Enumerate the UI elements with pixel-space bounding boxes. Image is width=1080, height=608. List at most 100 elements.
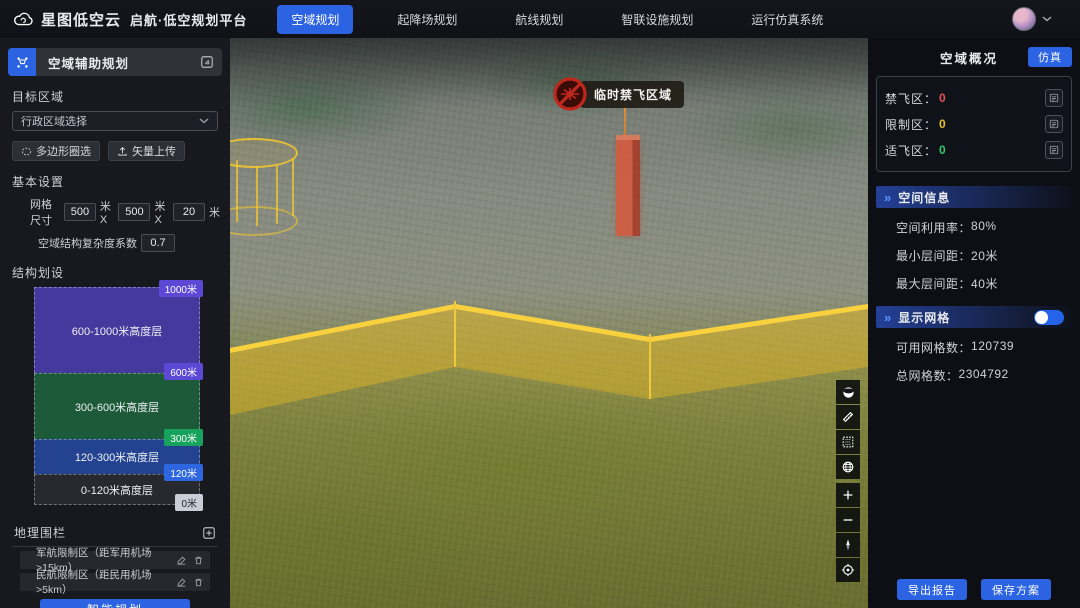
- region-select[interactable]: 行政区域选择: [12, 111, 218, 131]
- polygon-select-label: 多边形圈选: [36, 143, 91, 159]
- altitude-layer-stack: 1000米 600-1000米高度层 600米 300-600米高度层 300米…: [34, 287, 200, 505]
- kv-value: 40米: [971, 275, 998, 292]
- chevron-down-icon: [199, 118, 209, 124]
- complexity-input[interactable]: [141, 234, 175, 252]
- layer-label: 0-120米高度层: [81, 482, 153, 498]
- grid-display-title: 显示网格: [898, 309, 950, 326]
- user-menu[interactable]: [1012, 7, 1080, 31]
- space-info-header: » 空间信息: [876, 186, 1072, 208]
- zone-stats-box: 禁飞区： 0 限制区： 0 适飞区： 0: [876, 76, 1072, 172]
- kv-value: 20米: [971, 247, 998, 264]
- polygon-select-button[interactable]: 多边形圈选: [12, 141, 100, 161]
- vector-upload-button[interactable]: 矢量上传: [108, 141, 185, 161]
- vector-upload-label: 矢量上传: [132, 143, 176, 159]
- tab-simulation-system[interactable]: 运行仿真系统: [737, 5, 837, 34]
- basic-settings-label: 基本设置: [12, 173, 218, 190]
- cylinder-line: [292, 158, 294, 216]
- grid-display-header: » 显示网格: [876, 306, 1072, 328]
- tab-vertiport-planning[interactable]: 起降场规划: [383, 5, 471, 34]
- map-toolbar-nav: [836, 483, 860, 582]
- min-layer-gap-row: 最小层间距： 20米: [896, 247, 1066, 264]
- delete-icon[interactable]: [193, 577, 204, 588]
- stat-value: 0: [939, 143, 947, 157]
- left-sidebar: 空域辅助规划 目标区域 行政区域选择 多边形圈选 矢量上传: [0, 38, 230, 608]
- target-area-label: 目标区域: [12, 88, 218, 105]
- badge-0m: 0米: [175, 494, 203, 511]
- edit-icon[interactable]: [176, 555, 187, 566]
- tab-smart-facility-planning[interactable]: 智联设施规划: [607, 5, 707, 34]
- grid-display-toggle[interactable]: [1034, 310, 1064, 325]
- kv-label: 可用网格数：: [896, 339, 971, 356]
- badge-1000m: 1000米: [159, 280, 203, 297]
- zoom-out-icon[interactable]: [836, 508, 860, 532]
- brand-name: 星图低空云: [41, 9, 121, 30]
- area-measure-icon[interactable]: [836, 430, 860, 454]
- add-geofence-icon[interactable]: [202, 526, 216, 540]
- double-chevron-icon: »: [884, 310, 892, 325]
- compass-icon[interactable]: [836, 533, 860, 557]
- total-grids-row: 总网格数： 2304792: [896, 367, 1066, 384]
- layer-label: 600-1000米高度层: [72, 323, 163, 339]
- grid-z-input[interactable]: [173, 203, 205, 221]
- tab-route-planning[interactable]: 航线规划: [501, 5, 577, 34]
- list-icon[interactable]: [1045, 115, 1063, 133]
- cylinder-line: [256, 166, 258, 226]
- tab-airspace-planning[interactable]: 空域规划: [277, 5, 353, 34]
- sphere-view-icon[interactable]: [836, 380, 860, 404]
- map-3d-view[interactable]: 临时禁飞区域: [230, 38, 868, 608]
- double-chevron-icon: »: [884, 190, 892, 205]
- save-plan-button[interactable]: 保存方案: [981, 579, 1051, 600]
- list-icon[interactable]: [1045, 89, 1063, 107]
- grid-size-label: 网格尺寸: [30, 196, 60, 228]
- no-drone-icon: [552, 76, 588, 112]
- badge-600m: 600米: [164, 363, 203, 380]
- stat-label: 禁飞区：: [885, 90, 937, 107]
- list-icon[interactable]: [1045, 141, 1063, 159]
- edit-icon[interactable]: [176, 577, 187, 588]
- kv-value: 120739: [971, 339, 1014, 356]
- toggle-knob: [1035, 311, 1048, 324]
- overview-title: 空域概况: [876, 48, 1028, 67]
- right-panel: 空域概况 仿真 禁飞区： 0 限制区： 0 适飞区： 0: [868, 38, 1080, 608]
- available-grids-row: 可用网格数： 120739: [896, 339, 1066, 356]
- no-fly-zone-marker[interactable]: 临时禁飞区域: [552, 76, 684, 112]
- kv-label: 空间利用率：: [896, 219, 971, 236]
- layer-600-1000[interactable]: 1000米 600-1000米高度层 600米: [34, 287, 200, 373]
- stat-restricted: 限制区： 0: [885, 111, 1063, 137]
- map-toolbar-tools: [836, 380, 860, 479]
- badge-300m: 300米: [164, 429, 203, 446]
- globe-icon[interactable]: [836, 455, 860, 479]
- simulate-button[interactable]: 仿真: [1028, 47, 1072, 67]
- cylinder-line: [236, 160, 238, 222]
- geofence-item-civil[interactable]: 民航限制区（距民用机场>5km）: [20, 573, 210, 591]
- nav-tabs: 空域规划 起降场规划 航线规划 智联设施规划 运行仿真系统: [277, 5, 837, 34]
- grid-unit: 米: [209, 204, 220, 220]
- grid-x-input[interactable]: [64, 203, 96, 221]
- locate-icon[interactable]: [836, 558, 860, 582]
- fence-post: [649, 334, 651, 399]
- max-layer-gap-row: 最大层间距： 40米: [896, 275, 1066, 292]
- avatar[interactable]: [1012, 7, 1036, 31]
- export-report-button[interactable]: 导出报告: [897, 579, 967, 600]
- grid-y-input[interactable]: [118, 203, 150, 221]
- space-utilization-row: 空间利用率： 80%: [896, 219, 1066, 236]
- layer-300-600[interactable]: 300-600米高度层 300米: [34, 373, 200, 439]
- panel-collapse-icon[interactable]: [200, 55, 214, 69]
- fence-post: [454, 301, 456, 367]
- panel-title: 空域辅助规划: [48, 53, 129, 72]
- geofence-item-label: 民航限制区（距民用机场>5km）: [36, 567, 176, 597]
- polygon-icon: [21, 146, 32, 157]
- space-info-title: 空间信息: [898, 189, 950, 206]
- kv-value: 80%: [971, 219, 997, 236]
- layer-label: 300-600米高度层: [75, 399, 159, 415]
- cloud-logo-icon: [12, 8, 34, 30]
- zoom-in-icon[interactable]: [836, 483, 860, 507]
- grid-sep-2: 米 X: [154, 198, 169, 226]
- temp-no-fly-column[interactable]: [616, 138, 640, 236]
- ruler-icon[interactable]: [836, 405, 860, 429]
- stat-label: 限制区：: [885, 116, 937, 133]
- smart-plan-button[interactable]: 智能规划: [40, 599, 190, 608]
- stat-suitable: 适飞区： 0: [885, 137, 1063, 163]
- delete-icon[interactable]: [193, 555, 204, 566]
- stat-value: 0: [939, 91, 947, 105]
